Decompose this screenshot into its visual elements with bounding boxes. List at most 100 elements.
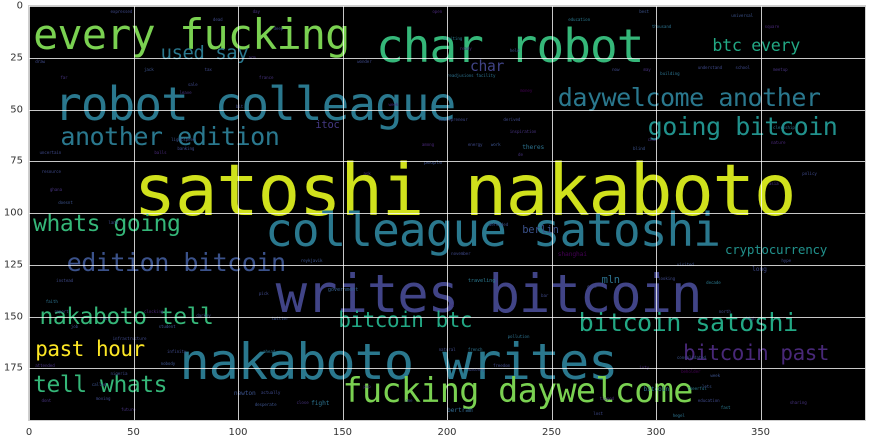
word-134: lets	[701, 383, 712, 389]
word-98: student	[158, 323, 176, 329]
word-58: thousand	[651, 23, 672, 29]
word-88: instead	[56, 278, 74, 284]
word-140: rest	[100, 315, 110, 321]
word-18: past hour	[35, 337, 145, 362]
y-tick-label: 150	[3, 311, 23, 322]
word-9: daywelcome another	[557, 82, 821, 112]
word-121: arm	[248, 54, 256, 60]
x-tick-label: 150	[332, 427, 353, 438]
x-tick-label: 200	[437, 427, 457, 438]
word-122: tax	[204, 67, 212, 73]
word-81: banking	[177, 145, 195, 151]
word-79: jack	[143, 67, 154, 73]
word-37: desperate	[254, 402, 277, 408]
word-21: cryptocurrency	[724, 242, 828, 258]
word-89: reykjavik	[300, 257, 323, 263]
word-56: best	[639, 9, 649, 15]
word-46: week	[710, 373, 721, 379]
word-101: twitter	[271, 315, 289, 321]
word-12: bitcoin satoshi	[578, 308, 798, 338]
word-44: tipped	[599, 396, 615, 402]
word-76: clerkship	[773, 125, 795, 131]
y-tick-label: 175	[3, 362, 23, 374]
word-34: newton	[233, 390, 256, 398]
word-36: fight	[311, 400, 330, 408]
word-97: high	[745, 315, 756, 321]
word-47: beholder	[681, 369, 701, 375]
word-75: char	[647, 137, 658, 143]
word-137: lot	[447, 303, 455, 309]
word-129: de	[518, 151, 523, 157]
word-51: dead	[212, 17, 223, 23]
word-86: ghana	[49, 187, 62, 193]
word-90: november	[451, 251, 471, 257]
x-tick-label: 350	[750, 427, 771, 438]
x-tick-label: 0	[25, 427, 33, 438]
word-111: moving	[95, 396, 111, 402]
word-84: uncertain	[39, 149, 62, 155]
word-104: pollution	[507, 334, 530, 340]
word-54: open	[432, 9, 443, 15]
word-3: colleague satoshi	[265, 202, 721, 257]
word-25: mln	[601, 274, 620, 287]
word-119: ahead	[263, 348, 276, 354]
word-82: lightspeed	[171, 137, 196, 143]
word-126: now	[612, 67, 620, 73]
word-110: attended	[35, 363, 55, 369]
word-117: policy	[802, 170, 817, 176]
word-118: asia	[768, 180, 779, 186]
word-139: land	[108, 220, 119, 226]
word-65: building	[660, 71, 680, 77]
word-30: people	[424, 160, 443, 167]
word-106: infinity	[166, 348, 187, 354]
y-tick-label: 100	[3, 207, 23, 219]
word-108: nobody	[160, 361, 176, 367]
word-43: fast	[720, 404, 731, 410]
y-tick-label: 0	[16, 0, 23, 12]
word-115: freedom	[492, 363, 510, 369]
word-49: consolidated	[676, 354, 706, 360]
word-24: berlin	[522, 224, 559, 237]
word-29: shanghai	[557, 251, 587, 259]
word-124: france	[258, 75, 274, 81]
word-135: care	[587, 284, 597, 290]
word-27: inspiration	[509, 129, 537, 135]
word-41: sharing	[789, 400, 807, 406]
word-143: far	[60, 75, 68, 81]
word-133: pop	[363, 383, 371, 389]
word-66: understand	[697, 65, 722, 71]
word-83: balls	[154, 149, 167, 155]
word-17: bitcoin past	[683, 341, 830, 366]
word-70: derived	[503, 116, 521, 122]
word-71: energy	[467, 141, 483, 147]
word-96: north	[718, 309, 731, 315]
word-42: education	[697, 398, 720, 404]
word-59: square	[764, 23, 780, 29]
word-35: actually	[260, 390, 281, 396]
word-114: masonry	[467, 367, 485, 373]
word-8: going bitcoin	[647, 111, 838, 141]
word-112: future	[120, 406, 136, 412]
word-77: nature	[770, 139, 786, 145]
word-103: natural	[438, 346, 456, 352]
word-130: one	[405, 398, 413, 404]
word-60: ready	[459, 46, 472, 52]
word-78: sale	[187, 81, 198, 87]
word-69: entrepreneur	[438, 116, 468, 122]
word-74: blind	[633, 145, 646, 151]
word-53: deep	[273, 25, 284, 31]
word-94: decade	[706, 280, 721, 286]
word-92: hype	[781, 257, 792, 263]
word-93: looking	[658, 276, 676, 282]
word-123: wonder	[357, 58, 372, 64]
x-tick-label: 50	[127, 427, 140, 438]
y-tick-label: 125	[3, 259, 23, 271]
word-113: infrastructure	[112, 336, 147, 342]
word-131: dont	[41, 398, 52, 404]
word-61: held	[509, 48, 520, 54]
word-125: week	[388, 102, 399, 108]
word-22: char	[469, 57, 505, 75]
word-38: close	[296, 400, 309, 406]
y-tick-label: 75	[10, 155, 23, 167]
word-40: hegel	[672, 412, 685, 418]
